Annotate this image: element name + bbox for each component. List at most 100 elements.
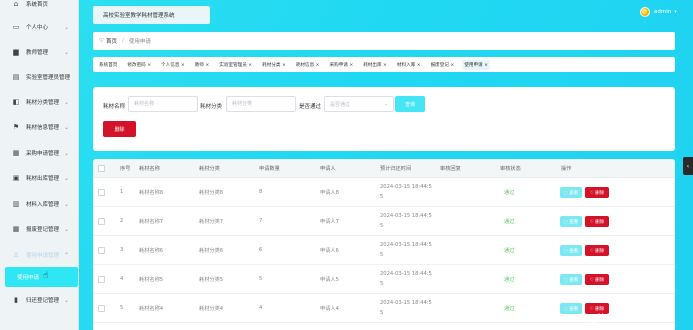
table-row: 3 耗材名称6 耗材分类6 6 申请人6 2024-03-15 18:44:5 … xyxy=(93,236,675,265)
pointer-cursor-icon: ☝ xyxy=(43,271,49,281)
cell-name: 耗材名称5 xyxy=(139,277,164,283)
col-actions: 操作 xyxy=(561,166,572,172)
sidebar-item-label: 归还登记管理 xyxy=(26,298,60,304)
row-checkbox[interactable] xyxy=(98,276,105,283)
thumb-icon: ◧ xyxy=(12,98,20,106)
search-button[interactable]: 查询 xyxy=(395,96,425,112)
tag-lab-admin[interactable]: 实验室管理员 × xyxy=(217,60,254,70)
breadcrumb-separator: / xyxy=(121,38,124,44)
delete-button[interactable]: ♡ 删除 xyxy=(585,274,609,285)
sidebar-item-purchase[interactable]: ▦ 采购申请管理 ⌄ xyxy=(0,143,79,163)
cell-name: 耗材名称6 xyxy=(139,248,164,254)
sidebar-item-profile[interactable]: ▭ 个人中心 ⌄ xyxy=(0,17,79,37)
chevron-down-icon: ⌄ xyxy=(63,48,69,56)
chevron-down-icon: ⌄ xyxy=(63,23,69,31)
batch-delete-button[interactable]: 删除 xyxy=(103,121,136,137)
tag-bar: 系统首页 修改密码 × 个人信息 × 教师 × 实验室管理员 × 耗材分类 × … xyxy=(93,57,675,72)
cell-name: 耗材名称4 xyxy=(139,306,164,312)
sidebar-item-home[interactable]: ⌂ 系统首页 xyxy=(0,0,79,14)
delete-button[interactable]: ♡ 删除 xyxy=(585,187,609,198)
sidebar-subitem-usage-request[interactable]: 使用申请 xyxy=(5,267,78,287)
col-reply: 审核回复 xyxy=(440,166,461,172)
row-checkbox[interactable] xyxy=(98,218,105,225)
approved-select[interactable]: 是否通过 ⌄ xyxy=(324,96,394,112)
view-button[interactable]: ◌ 查看 xyxy=(560,245,582,256)
cell-category: 耗材分类5 xyxy=(199,277,224,283)
sidebar-item-label: 采购申请管理 xyxy=(26,151,60,157)
sidebar-item-return[interactable]: ▮ 归还登记管理 ⌄ xyxy=(0,290,79,310)
tag-home[interactable]: 系统首页 xyxy=(97,60,119,70)
sidebar-item-inbound[interactable]: ▥ 材料入库管理 ⌄ xyxy=(0,194,79,214)
col-name: 耗材名称 xyxy=(139,166,160,172)
printer-icon: ▣ xyxy=(12,174,20,182)
flag-icon: ⚑ xyxy=(12,123,20,131)
row-checkbox[interactable] xyxy=(98,247,105,254)
sidebar-item-outbound[interactable]: ▣ 耗材出库管理 ⌄ xyxy=(0,168,79,188)
approved-select-placeholder: 是否通过 xyxy=(330,101,351,108)
view-button[interactable]: ◌ 查看 xyxy=(560,187,582,198)
chevron-up-icon: ⌃ xyxy=(63,251,69,259)
cell-applicant: 申请人7 xyxy=(320,219,339,225)
collapse-panel-button[interactable]: ‹ xyxy=(683,157,693,175)
chevron-left-icon: ‹ xyxy=(686,162,690,170)
breadcrumb-home[interactable]: 首页 xyxy=(106,37,117,45)
sidebar-item-usage[interactable]: ♙ 使用申请管理 ⌃ xyxy=(0,245,79,265)
table-row: 4 耗材名称5 耗材分类5 5 申请人5 2024-03-15 18:44:5 … xyxy=(93,265,675,294)
tag-profile[interactable]: 个人信息 × xyxy=(159,60,187,70)
chevron-down-icon: ⌄ xyxy=(63,123,69,131)
cell-category: 耗材分类4 xyxy=(199,306,224,312)
delete-button[interactable]: ♡ 删除 xyxy=(585,245,609,256)
person-icon: ♙ xyxy=(12,251,20,259)
cell-return-time-wrap: 5 xyxy=(380,223,384,229)
category-input[interactable] xyxy=(226,96,296,112)
sidebar-item-label: 材料入库管理 xyxy=(26,202,60,208)
cell-applicant: 申请人8 xyxy=(320,190,339,196)
name-label: 耗材名称 xyxy=(103,104,126,110)
sidebar-item-teachers[interactable]: ▆ 教师管理 ⌄ xyxy=(0,42,79,62)
grid-icon: ▦ xyxy=(12,225,20,233)
cell-status: 通过 xyxy=(504,219,515,225)
list-icon: ▥ xyxy=(12,200,20,208)
avatar xyxy=(640,7,650,17)
user-menu[interactable]: admin ▾ xyxy=(640,7,677,17)
view-button[interactable]: ◌ 查看 xyxy=(560,274,582,285)
tag-category[interactable]: 耗材分类 × xyxy=(260,60,288,70)
cell-qty: 4 xyxy=(259,305,263,311)
sidebar-item-materials[interactable]: ⚑ 耗材信息管理 ⌄ xyxy=(0,117,79,137)
watermark: CSDN @毕设源码 xyxy=(560,314,634,324)
row-checkbox[interactable] xyxy=(98,305,105,312)
row-checkbox[interactable] xyxy=(98,189,105,196)
select-all-checkbox[interactable] xyxy=(98,165,105,172)
tag-password[interactable]: 修改密码 × xyxy=(125,60,153,70)
cell-index: 3 xyxy=(120,247,124,253)
tag-outbound[interactable]: 耗材出库 × xyxy=(361,60,389,70)
sidebar-item-scrap[interactable]: ▦ 报废登记管理 ⌄ xyxy=(0,219,79,239)
sidebar-item-lab-admins[interactable]: ▤ 实验室管理员管理 xyxy=(0,67,79,87)
col-status: 审核状态 xyxy=(500,166,521,172)
cell-return-time-wrap: 5 xyxy=(380,252,384,258)
delete-button[interactable]: ♡ 删除 xyxy=(585,216,609,227)
sidebar-item-label: 个人中心 xyxy=(26,25,49,31)
cell-qty: 5 xyxy=(259,276,263,282)
col-applicant: 申请人 xyxy=(320,166,336,172)
sidebar-item-label: 报废登记管理 xyxy=(26,227,60,233)
tag-scrap[interactable]: 报废登记 × xyxy=(429,60,457,70)
tag-inbound[interactable]: 材料入库 × xyxy=(395,60,423,70)
tag-teacher[interactable]: 教师 × xyxy=(193,60,212,70)
view-button[interactable]: ◌ 查看 xyxy=(560,216,582,227)
tag-material[interactable]: 耗材信息 × xyxy=(294,60,322,70)
cell-category: 耗材分类8 xyxy=(199,190,224,196)
cell-applicant: 申请人6 xyxy=(320,248,339,254)
cell-applicant: 申请人4 xyxy=(320,306,339,312)
briefcase-icon: ▆ xyxy=(13,48,19,56)
name-input[interactable] xyxy=(128,96,198,112)
sidebar-item-categories[interactable]: ◧ 耗材分类管理 ⌄ xyxy=(0,92,79,112)
cell-status: 通过 xyxy=(504,277,515,283)
sidebar: ⌂ 系统首页 ▭ 个人中心 ⌄ ▆ 教师管理 ⌄ ▤ 实验室管理员管理 ◧ 耗材… xyxy=(0,0,79,330)
tag-purchase[interactable]: 采购申请 × xyxy=(328,60,356,70)
heart-icon: ♡ xyxy=(99,38,104,44)
sidebar-item-label: 教师管理 xyxy=(26,50,49,56)
sidebar-item-label: 实验室管理员管理 xyxy=(26,75,71,81)
tag-usage[interactable]: 使用申请 × xyxy=(462,59,490,70)
breadcrumb: ♡ 首页 / 使用申请 xyxy=(93,32,675,50)
